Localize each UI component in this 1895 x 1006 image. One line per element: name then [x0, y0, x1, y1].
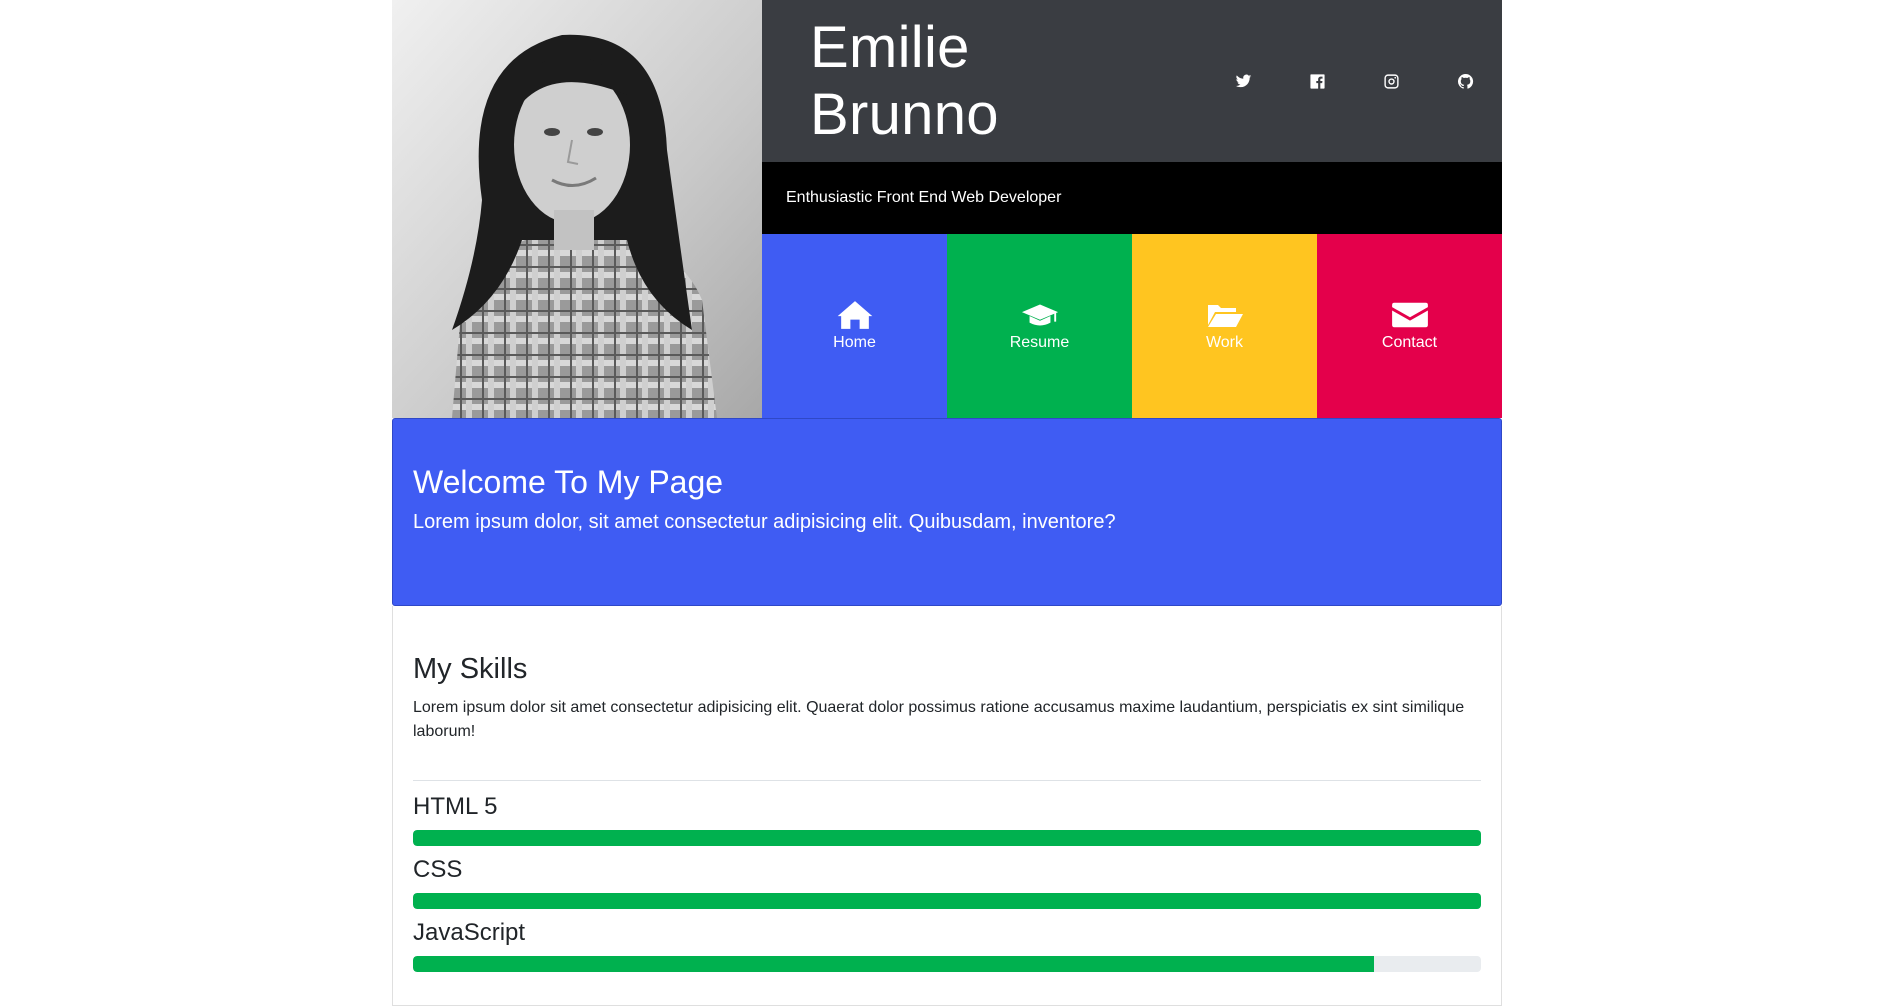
github-icon [1457, 73, 1473, 89]
instagram-icon [1383, 73, 1399, 89]
page-title: Emilie Brunno [810, 15, 999, 147]
welcome-text: Lorem ipsum dolor, sit amet consectetur … [413, 511, 1116, 533]
welcome-banner: Welcome To My Page Lorem ipsum dolor, si… [392, 418, 1502, 606]
divider [413, 780, 1481, 781]
skill-progress-bar [413, 830, 1481, 846]
folder-open-icon [1207, 305, 1243, 327]
skill-name: CSS [413, 856, 463, 883]
skill-item: CSS [413, 856, 1481, 909]
skills-section: My Skills Lorem ipsum dolor sit amet con… [392, 606, 1502, 1006]
graduation-cap-icon [1021, 304, 1058, 326]
nav-label-home: Home [833, 334, 876, 351]
name-bar: Emilie Brunno [762, 0, 1502, 162]
nav-label-resume: Resume [1009, 334, 1070, 351]
github-link[interactable] [1428, 61, 1502, 101]
header-right: Emilie Brunno Enthusiastic Front End Web… [762, 0, 1502, 418]
nav-tile-resume[interactable]: Resume [947, 234, 1132, 418]
skills-title: My Skills [413, 653, 528, 685]
skill-item: JavaScript [413, 919, 1481, 972]
twitter-icon [1235, 74, 1251, 87]
nav-tile-contact[interactable]: Contact [1317, 234, 1502, 418]
skill-progress-bar [413, 893, 1481, 909]
skill-name: HTML 5 [413, 793, 498, 820]
welcome-title: Welcome To My Page [413, 464, 724, 500]
nav-label-contact: Contact [1381, 334, 1438, 351]
skill-progress-bar [413, 956, 1481, 972]
nav-tile-home[interactable]: Home [762, 234, 947, 418]
nav-tile-work[interactable]: Work [1132, 234, 1317, 418]
page: Emilie Brunno Enthusiastic Front End Web… [392, 0, 1502, 1006]
profile-photo [392, 0, 762, 418]
skill-item: HTML 5 [413, 793, 1481, 846]
skill-progress-fill [413, 830, 1481, 846]
tagline-bar: Enthusiastic Front End Web Developer [762, 162, 1502, 234]
facebook-link[interactable] [1280, 61, 1354, 101]
nav-tiles: Home Resume Work Contact [762, 234, 1502, 418]
header: Emilie Brunno Enthusiastic Front End Web… [392, 0, 1502, 418]
skill-progress-fill [413, 956, 1375, 972]
twitter-link[interactable] [1206, 61, 1280, 101]
social-links [1206, 61, 1502, 101]
skills-intro: Lorem ipsum dolor sit amet consectetur a… [413, 699, 1465, 740]
envelope-icon [1391, 302, 1428, 328]
instagram-link[interactable] [1354, 61, 1428, 101]
facebook-icon [1309, 73, 1325, 89]
nav-label-work: Work [1205, 334, 1244, 351]
portrait-illustration [392, 0, 762, 418]
tagline: Enthusiastic Front End Web Developer [786, 189, 1062, 206]
skill-progress-fill [413, 893, 1481, 909]
skill-name: JavaScript [413, 919, 526, 946]
home-icon [837, 301, 872, 329]
